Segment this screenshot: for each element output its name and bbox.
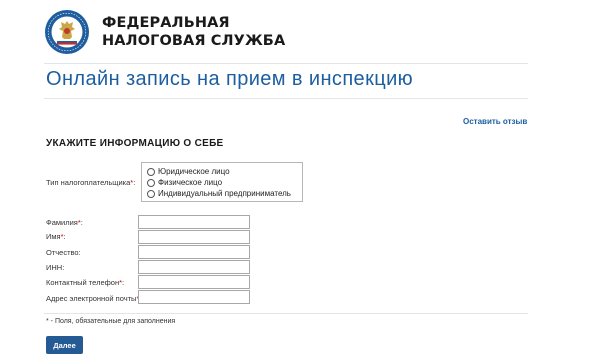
fns-emblem-logo[interactable] (44, 9, 90, 55)
inn-label: ИНН: (46, 263, 65, 272)
radio-button-icon[interactable] (147, 178, 155, 187)
divider (44, 98, 528, 99)
divider (44, 63, 528, 64)
radio-label-entrepreneur: Индивидуальный предприниматель (158, 189, 291, 198)
surname-label-text: Фамилия (46, 218, 78, 227)
phone-label: Контактный телефон*: (46, 278, 125, 287)
organization-name: ФЕДЕРАЛЬНАЯ НАЛОГОВАЯ СЛУЖБА (102, 14, 285, 50)
name-label: Имя*: (46, 232, 66, 241)
site-header: ФЕДЕРАЛЬНАЯ НАЛОГОВАЯ СЛУЖБА (44, 8, 285, 56)
required-mark: * (77, 218, 81, 227)
required-fields-note: * - Поля, обязательные для заполнения (46, 318, 176, 325)
required-mark: * (130, 178, 134, 187)
surname-field[interactable] (138, 215, 250, 229)
page-title: Онлайн запись на прием в инспекцию (46, 68, 414, 90)
name-label-text: Имя (46, 232, 61, 241)
inn-field[interactable] (138, 260, 250, 274)
email-label-text: Адрес электронной почты (46, 294, 137, 303)
radio-button-icon[interactable] (147, 167, 155, 176)
radio-legal-entity[interactable]: Юридическое лицо (147, 167, 230, 176)
radio-label-individual: Физическое лицо (158, 178, 223, 187)
inn-label-text: ИНН (46, 263, 63, 272)
radio-individual[interactable]: Физическое лицо (147, 178, 222, 187)
patronymic-label-text: Отчество (46, 248, 79, 257)
next-button[interactable]: Далее (46, 336, 83, 354)
radio-entrepreneur[interactable]: Индивидуальный предприниматель (147, 189, 291, 198)
feedback-link[interactable]: Оставить отзыв (463, 117, 527, 126)
name-field[interactable] (138, 230, 250, 244)
patronymic-field[interactable] (138, 245, 250, 259)
required-mark: * (119, 278, 123, 287)
divider (44, 313, 528, 314)
radio-button-icon[interactable] (147, 189, 155, 198)
taxpayer-type-label-text: Тип налогоплательщика (46, 178, 131, 187)
patronymic-label: Отчество: (46, 248, 81, 257)
surname-label: Фамилия*: (46, 218, 83, 227)
radio-label-legal-entity: Юридическое лицо (158, 167, 230, 176)
phone-field[interactable] (138, 275, 250, 289)
phone-label-text: Контактный телефон (46, 278, 120, 287)
required-mark: * (60, 232, 64, 241)
taxpayer-type-label: Тип налогоплательщика*: (46, 178, 136, 187)
taxpayer-type-group: Юридическое лицо Физическое лицо Индивид… (141, 162, 303, 202)
email-label: Адрес электронной почты*: (46, 294, 141, 303)
org-name-line1: ФЕДЕРАЛЬНАЯ (102, 15, 230, 31)
section-title: УКАЖИТЕ ИНФОРМАЦИЮ О СЕБЕ (46, 138, 224, 149)
org-name-line2: НАЛОГОВАЯ СЛУЖБА (102, 33, 286, 49)
email-field[interactable] (138, 290, 250, 304)
